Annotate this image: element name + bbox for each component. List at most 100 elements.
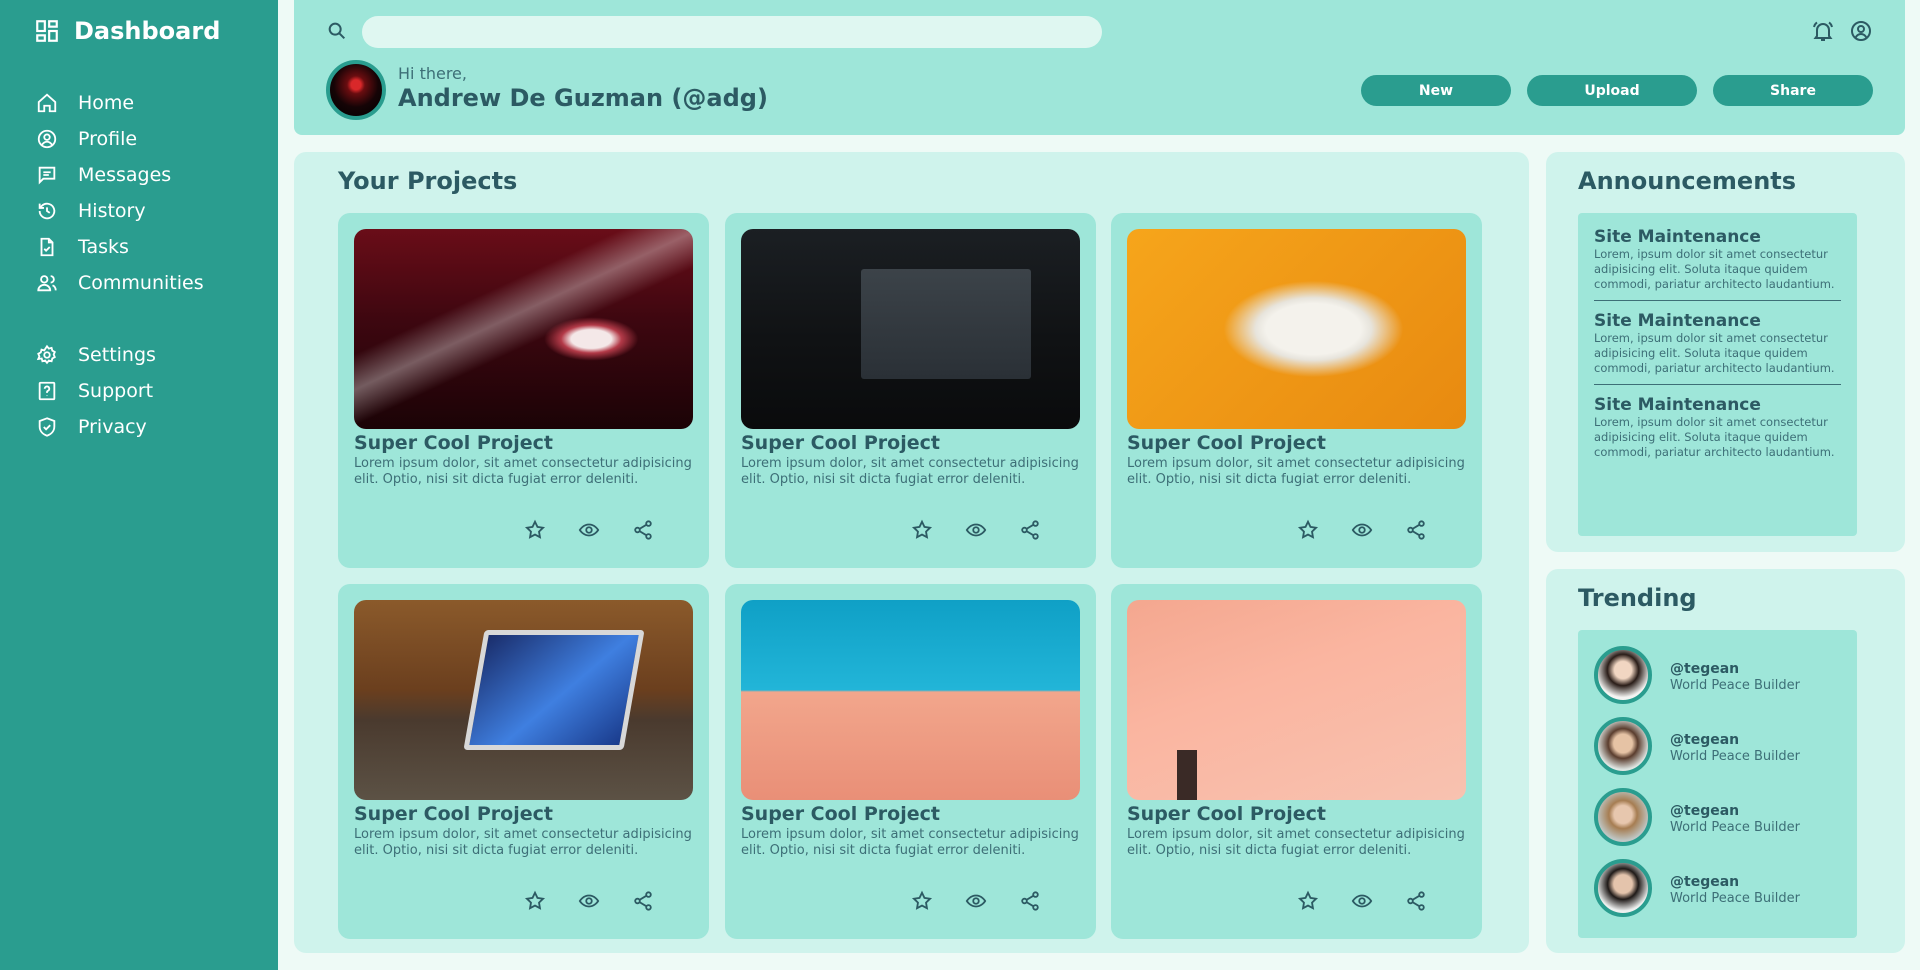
sidebar-item-label: Support (78, 380, 154, 402)
search-icon[interactable] (326, 20, 348, 42)
avatar[interactable] (1594, 646, 1652, 704)
project-card[interactable]: Super Cool Project Lorem ipsum dolor, si… (1111, 584, 1482, 939)
announcement-item[interactable]: Site Maintenance Lorem, ipsum dolor sit … (1594, 227, 1841, 301)
trending-user[interactable]: @tegean World Peace Builder (1578, 717, 1857, 788)
avatar[interactable] (1594, 788, 1652, 846)
projects-title: Your Projects (338, 167, 518, 195)
share-icon[interactable] (1019, 519, 1041, 541)
project-image-building (741, 600, 1080, 800)
share-icon[interactable] (1405, 519, 1427, 541)
avatar[interactable] (1594, 859, 1652, 917)
dashboard-icon (36, 20, 58, 42)
eye-icon[interactable] (965, 890, 987, 912)
sidebar-item-label: Privacy (78, 416, 147, 438)
trending-user[interactable]: @tegean World Peace Builder (1578, 646, 1857, 717)
upload-button[interactable]: Upload (1527, 75, 1697, 106)
project-description: Lorem ipsum dolor, sit amet consectetur … (741, 827, 1079, 858)
user-avatar[interactable] (326, 60, 386, 120)
sidebar-item-label: Settings (78, 344, 156, 366)
user-circle-icon (37, 129, 57, 149)
announcement-item[interactable]: Site Maintenance Lorem, ipsum dolor sit … (1594, 311, 1841, 385)
task-file-icon (40, 237, 54, 257)
card-actions (1297, 890, 1427, 912)
sidebar-item-communities[interactable]: Communities (36, 265, 204, 301)
sidebar-item-label: Messages (78, 164, 172, 186)
sidebar-item-tasks[interactable]: Tasks (36, 229, 204, 265)
project-card[interactable]: Super Cool Project Lorem ipsum dolor, si… (725, 584, 1096, 939)
trending-handle[interactable]: @tegean (1670, 732, 1739, 748)
trending-role: World Peace Builder (1670, 891, 1800, 906)
project-image-bulb (1127, 229, 1466, 429)
card-actions (911, 890, 1041, 912)
sidebar-item-label: Profile (78, 128, 138, 150)
project-title: Super Cool Project (354, 432, 553, 454)
username: Andrew De Guzman (@adg) (398, 84, 768, 112)
card-actions (1297, 519, 1427, 541)
project-card[interactable]: Super Cool Project Lorem ipsum dolor, si… (725, 213, 1096, 568)
star-icon[interactable] (1297, 519, 1319, 541)
announcement-item[interactable]: Site Maintenance Lorem, ipsum dolor sit … (1594, 395, 1841, 468)
brand-label: Dashboard (74, 17, 221, 45)
sidebar-item-messages[interactable]: Messages (36, 157, 204, 193)
star-icon[interactable] (911, 519, 933, 541)
star-icon[interactable] (524, 890, 546, 912)
sidebar-item-home[interactable]: Home (36, 85, 204, 121)
project-description: Lorem ipsum dolor, sit amet consectetur … (741, 456, 1079, 487)
trending-handle[interactable]: @tegean (1670, 803, 1739, 819)
sidebar-item-profile[interactable]: Profile (36, 121, 204, 157)
eye-icon[interactable] (965, 519, 987, 541)
sidebar-item-support[interactable]: Support (36, 373, 156, 409)
eye-icon[interactable] (1351, 890, 1373, 912)
announcement-text: Lorem, ipsum dolor sit amet consectetur … (1594, 331, 1835, 375)
star-icon[interactable] (1297, 890, 1319, 912)
project-card[interactable]: Super Cool Project Lorem ipsum dolor, si… (338, 584, 709, 939)
project-image-projector (354, 229, 693, 429)
trending-handle[interactable]: @tegean (1670, 661, 1739, 677)
project-title: Super Cool Project (741, 432, 940, 454)
announcement-title: Site Maintenance (1594, 395, 1761, 415)
eye-icon[interactable] (578, 890, 600, 912)
search-input[interactable] (362, 16, 1102, 48)
eye-icon[interactable] (1351, 519, 1373, 541)
project-description: Lorem ipsum dolor, sit amet consectetur … (1127, 456, 1465, 487)
share-icon[interactable] (632, 519, 654, 541)
trending-panel: Trending @tegean World Peace Builder @te… (1546, 569, 1905, 953)
sidebar-item-history[interactable]: History (36, 193, 204, 229)
project-title: Super Cool Project (1127, 803, 1326, 825)
sidebar-item-privacy[interactable]: Privacy (36, 409, 156, 445)
eye-icon[interactable] (578, 519, 600, 541)
home-icon (37, 93, 57, 113)
project-image-laptop (741, 229, 1080, 429)
share-icon[interactable] (1405, 890, 1427, 912)
project-card[interactable]: Super Cool Project Lorem ipsum dolor, si… (1111, 213, 1482, 568)
chat-icon (38, 166, 56, 185)
top-header: Hi there, Andrew De Guzman (@adg) New Up… (294, 0, 1905, 135)
greeting-text: Hi there, (398, 64, 467, 83)
share-icon[interactable] (632, 890, 654, 912)
bell-icon[interactable] (1811, 19, 1835, 43)
trending-role: World Peace Builder (1670, 749, 1800, 764)
project-image-tablet (354, 600, 693, 800)
project-image-wall (1127, 600, 1466, 800)
trending-user[interactable]: @tegean World Peace Builder (1578, 859, 1857, 930)
card-actions (524, 519, 654, 541)
avatar[interactable] (1594, 717, 1652, 775)
users-icon (37, 275, 57, 292)
header-icons (1811, 19, 1873, 43)
share-button[interactable]: Share (1713, 75, 1873, 106)
trending-user[interactable]: @tegean World Peace Builder (1578, 788, 1857, 859)
main-nav: Home Profile Messages History Tasks Comm… (36, 85, 204, 301)
shield-icon (38, 417, 56, 437)
sidebar-item-label: History (78, 200, 146, 222)
sidebar-item-settings[interactable]: Settings (36, 337, 156, 373)
share-icon[interactable] (1019, 890, 1041, 912)
star-icon[interactable] (524, 519, 546, 541)
account-icon[interactable] (1849, 19, 1873, 43)
trending-handle[interactable]: @tegean (1670, 874, 1739, 890)
project-title: Super Cool Project (741, 803, 940, 825)
trending-title: Trending (1578, 584, 1697, 612)
project-card[interactable]: Super Cool Project Lorem ipsum dolor, si… (338, 213, 709, 568)
new-button[interactable]: New (1361, 75, 1511, 106)
brand[interactable]: Dashboard (34, 17, 220, 45)
star-icon[interactable] (911, 890, 933, 912)
